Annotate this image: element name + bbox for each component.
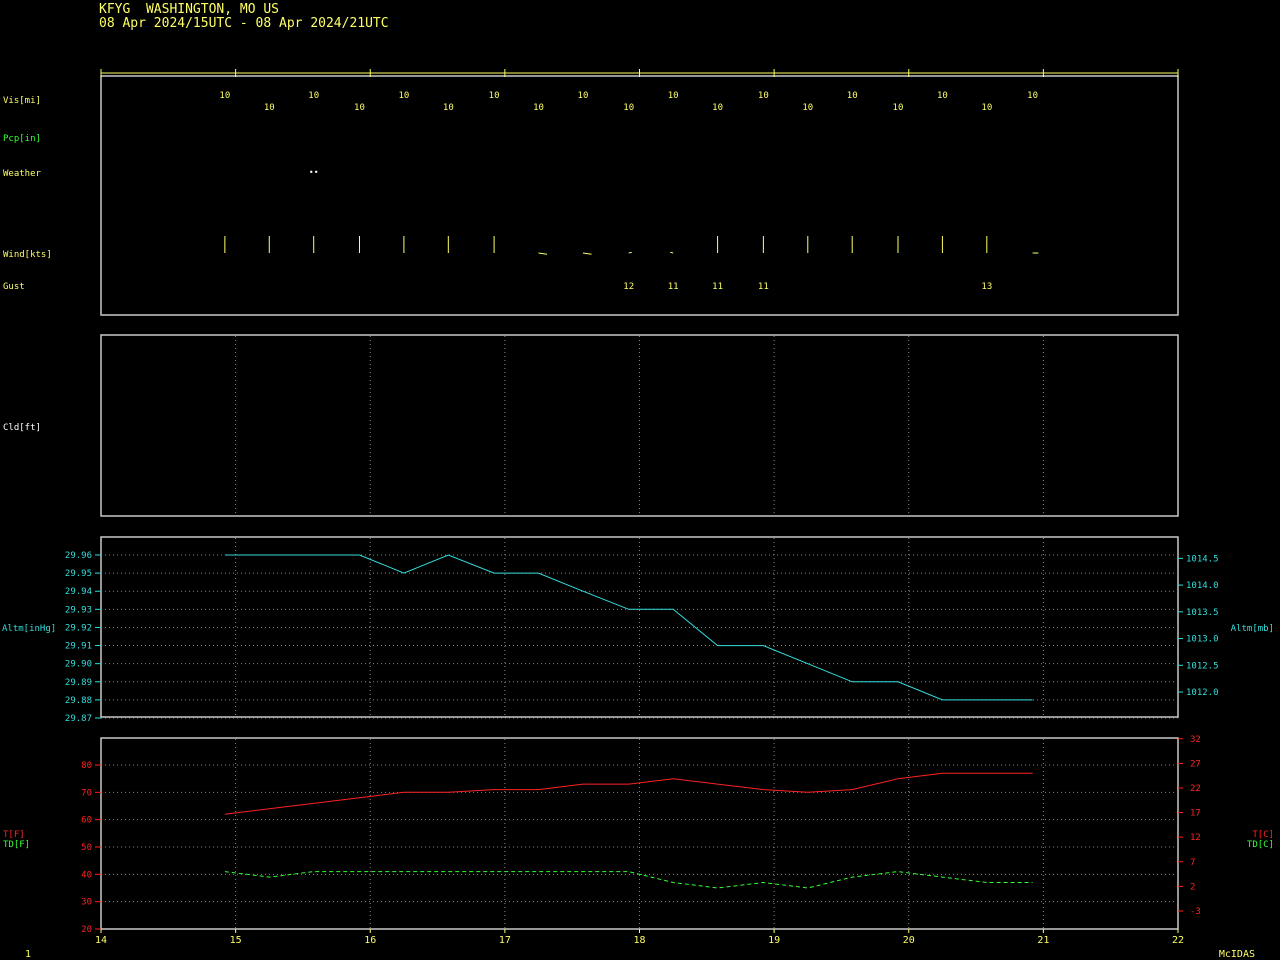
visibility-value: 10 <box>308 91 319 101</box>
altimeter-left-tick: 29.93 <box>65 605 92 615</box>
mcidas-brand: McIDAS <box>1219 949 1255 960</box>
temperature-right-tick: 12 <box>1190 833 1201 843</box>
temperature-right-tick: 17 <box>1190 809 1201 819</box>
visibility-value: 10 <box>893 103 904 113</box>
x-tick-label: 18 <box>633 935 645 946</box>
x-tick-label: 15 <box>230 935 242 946</box>
temperature-left-tick: 30 <box>81 898 92 908</box>
surface-panel <box>100 75 1179 316</box>
weather-symbol: •• <box>309 168 319 177</box>
altimeter-right-tick: 1013.0 <box>1186 635 1219 645</box>
wind-barb <box>628 251 632 254</box>
altimeter-left-tick: 29.91 <box>65 642 92 652</box>
altimeter-right-tick: 1014.0 <box>1186 581 1219 591</box>
temperature-right-tick: 2 <box>1190 882 1195 892</box>
altimeter-right-tick: 1012.5 <box>1186 661 1219 671</box>
altimeter-right-axis-label: Altm[mb] <box>1231 624 1274 634</box>
temperature-right-tick: 27 <box>1190 759 1201 769</box>
data-marks <box>224 235 1039 889</box>
temperature-right-tick: 32 <box>1190 735 1201 745</box>
td-right-axis-label: TD[C] <box>1247 840 1274 850</box>
altimeter-right-tick: 1013.5 <box>1186 608 1219 618</box>
visibility-value: 10 <box>623 103 634 113</box>
altimeter-left-tick: 29.92 <box>65 623 92 633</box>
altimeter-left-tick: 29.94 <box>65 587 92 597</box>
temperature-left-tick: 60 <box>81 816 92 826</box>
gust-value: 11 <box>668 282 679 292</box>
altimeter-left-tick: 29.95 <box>65 569 92 579</box>
wind-barb <box>582 252 592 255</box>
visibility-value: 10 <box>847 91 858 101</box>
altimeter-right-tick: 1014.5 <box>1186 554 1219 564</box>
altimeter-left-tick: 29.89 <box>65 678 92 688</box>
altimeter-right-tick: 1012.0 <box>1186 688 1219 698</box>
temperature-panel <box>100 737 1179 930</box>
gust-label: Gust <box>3 282 25 292</box>
gust-value: 11 <box>758 282 769 292</box>
altimeter-left-tick: 29.96 <box>65 551 92 561</box>
temperature-line <box>224 772 1033 815</box>
temperature-right-tick: -3 <box>1190 907 1201 917</box>
dewpoint-line <box>224 871 1033 889</box>
gust-value: 12 <box>623 282 634 292</box>
wind-label: Wind[kts] <box>3 250 52 260</box>
visibility-value: 10 <box>981 103 992 113</box>
x-tick-label: 20 <box>903 935 915 946</box>
vis-label: Vis[mi] <box>3 96 41 106</box>
temperature-left-tick: 20 <box>81 925 92 935</box>
visibility-value: 10 <box>533 103 544 113</box>
x-tick-label: 17 <box>499 935 511 946</box>
x-tick-label: 19 <box>768 935 780 946</box>
temperature-right-tick: 7 <box>1190 858 1195 868</box>
temperature-right-tick: 22 <box>1190 784 1201 794</box>
station-title: KFYG WASHINGTON, MO US <box>99 2 280 17</box>
visibility-value: 10 <box>937 91 948 101</box>
visibility-value: 10 <box>578 91 589 101</box>
page-number: 1 <box>25 949 31 960</box>
x-tick-label: 22 <box>1172 935 1184 946</box>
temperature-left-tick: 80 <box>81 761 92 771</box>
t-left-axis-label: T[F] <box>3 830 25 840</box>
t-right-axis-label: T[C] <box>1252 830 1274 840</box>
wind-barb <box>670 251 674 254</box>
weather-label: Weather <box>3 169 42 179</box>
pcp-label: Pcp[in] <box>3 134 41 144</box>
x-tick-label: 21 <box>1037 935 1049 946</box>
visibility-value: 10 <box>264 103 275 113</box>
visibility-value: 10 <box>758 91 769 101</box>
altimeter-left-tick: 29.87 <box>65 714 92 724</box>
temperature-left-tick: 40 <box>81 870 92 880</box>
altimeter-line <box>224 554 1033 701</box>
visibility-value: 10 <box>219 91 230 101</box>
temperature-left-tick: 70 <box>81 788 92 798</box>
time-gridlines <box>101 336 1178 928</box>
td-left-axis-label: TD[F] <box>3 840 30 850</box>
gust-value: 11 <box>712 282 723 292</box>
altimeter-left-axis-label: Altm[inHg] <box>2 624 56 634</box>
axis-labels: 14 15 16 17 18 19 20 21 22Vis[mi]Pcp[in]WeatherW… <box>2 91 1274 960</box>
x-tick-label: 16 <box>364 935 376 946</box>
visibility-value: 10 <box>398 91 409 101</box>
gust-value: 13 <box>981 282 992 292</box>
visibility-value: 10 <box>712 103 723 113</box>
period-subtitle: 08 Apr 2024/15UTC - 08 Apr 2024/21UTC <box>99 16 389 31</box>
temperature-left-tick: 50 <box>81 843 92 853</box>
visibility-value: 10 <box>1027 91 1038 101</box>
wind-barb <box>538 252 548 255</box>
visibility-value: 10 <box>802 103 813 113</box>
altimeter-left-tick: 29.88 <box>65 696 92 706</box>
meteogram-chart: 14 15 16 17 18 19 20 21 22Vis[mi]Pcp[in]WeatherW… <box>2 69 1274 960</box>
cloud-label: Cld[ft] <box>3 423 41 433</box>
x-tick-label: 14 <box>95 935 107 946</box>
visibility-value: 10 <box>443 103 454 113</box>
visibility-value: 10 <box>668 91 679 101</box>
visibility-value: 10 <box>354 103 365 113</box>
visibility-value: 10 <box>489 91 500 101</box>
altimeter-left-tick: 29.90 <box>65 660 92 670</box>
